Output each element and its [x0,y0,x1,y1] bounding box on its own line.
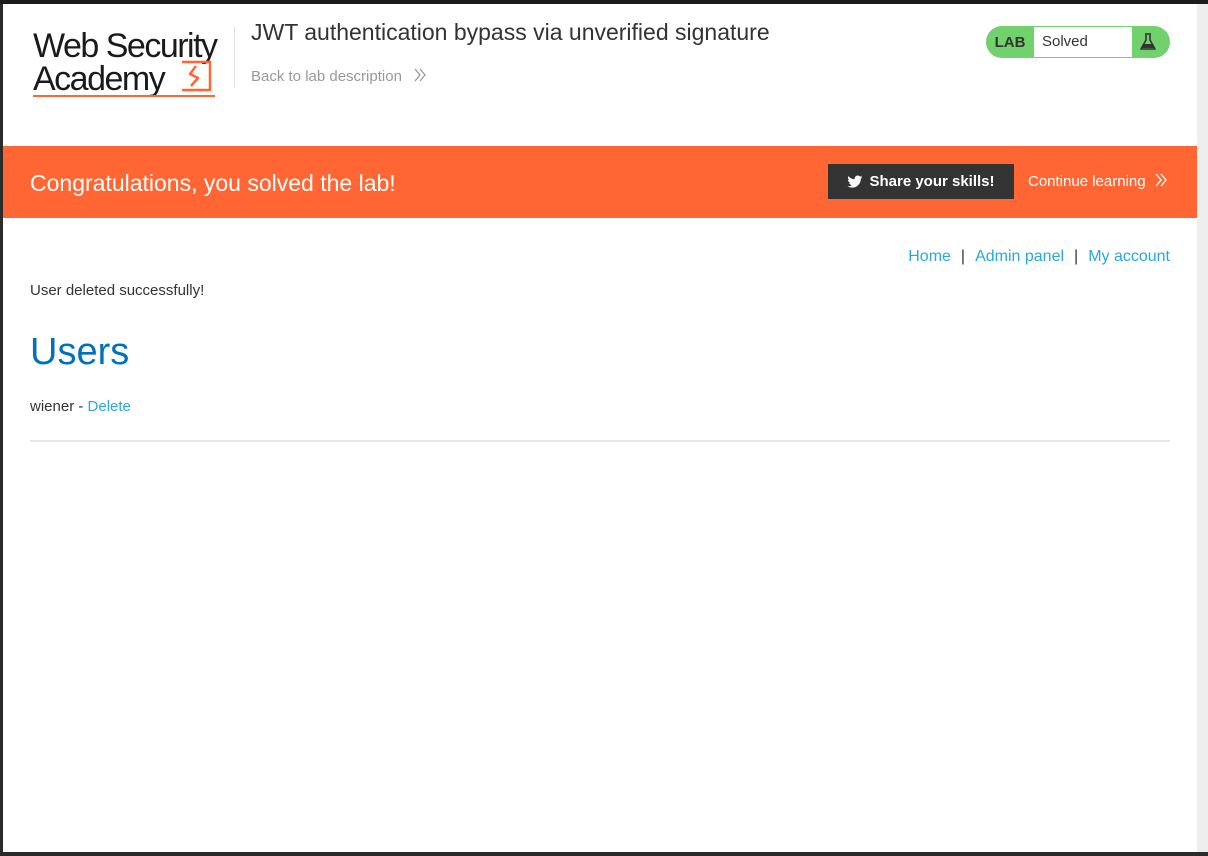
logo-line2: Academy [33,60,166,98]
nav-my-account-link[interactable]: My account [1088,248,1170,265]
chevron-double-right-icon [414,68,426,86]
lab-title: JWT authentication bypass via unverified… [251,19,770,45]
share-skills-button[interactable]: Share your skills! [828,164,1014,199]
nav-separator: | [1074,248,1079,265]
lab-status-text: Solved [1034,27,1132,57]
continue-learning-label: Continue learning [1028,173,1146,190]
user-separator: - [78,398,84,415]
nav-home-link[interactable]: Home [908,248,951,265]
divider [30,440,1170,442]
web-security-academy-logo[interactable]: Web Security Academy [30,24,235,100]
continue-learning-link[interactable]: Continue learning [1028,173,1167,191]
lab-status-widget: LAB Solved [986,26,1170,58]
top-nav: Home | Admin panel | My account [908,248,1170,266]
nav-separator: | [960,248,966,265]
page-title: Users [30,331,130,373]
lab-tag: LAB [994,34,1026,51]
status-message: User deleted successfully! [30,282,205,299]
twitter-icon [847,175,863,188]
delete-user-link[interactable]: Delete [88,398,131,415]
chevron-double-right-icon [1155,173,1167,191]
back-link-label: Back to lab description [251,68,402,85]
flask-icon [1136,32,1160,52]
header-divider [234,26,235,88]
solved-banner: Congratulations, you solved the lab! Sha… [3,146,1197,218]
share-skills-label: Share your skills! [869,173,995,190]
scrollbar[interactable] [1197,4,1208,852]
nav-admin-panel-link[interactable]: Admin panel [975,248,1064,265]
logo-mark-icon [182,60,212,92]
congratulations-message: Congratulations, you solved the lab! [30,170,396,196]
lab-page: Web Security Academy JWT authentication … [3,4,1197,852]
back-to-lab-description-link[interactable]: Back to lab description [251,68,426,86]
user-name: wiener [30,398,75,415]
list-item: wiener - Delete [30,398,131,415]
